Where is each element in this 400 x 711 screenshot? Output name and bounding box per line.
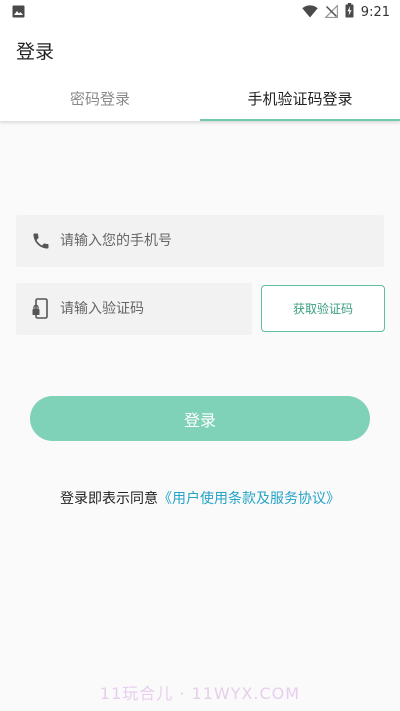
get-code-button[interactable]: 获取验证码 [261, 285, 385, 332]
tab-label: 密码登录 [69, 90, 130, 108]
tab-sms-code-login[interactable]: 手机验证码登录 [200, 76, 400, 121]
active-tab-indicator [200, 119, 400, 121]
phone-input[interactable] [60, 215, 384, 267]
tab-label: 手机验证码登录 [247, 90, 353, 108]
status-time: 9:21 [360, 4, 390, 20]
login-screen: 9:21 登录 密码登录 手机验证码登录 请输入您的手机号 请输入验证码 获取验… [0, 0, 400, 711]
status-bar: 9:21 [0, 0, 400, 24]
agreement-prefix: 登录即表示同意 [60, 491, 158, 507]
terms-link[interactable]: 《用户使用条款及服务协议》 [158, 491, 340, 507]
battery-charging-icon [345, 2, 354, 22]
login-tabs: 密码登录 手机验证码登录 [0, 76, 400, 121]
wifi-icon [302, 3, 318, 22]
code-field [16, 283, 252, 335]
login-button[interactable]: 登录 [30, 396, 370, 441]
app-header: 登录 [0, 24, 400, 76]
phone-lock-icon [16, 298, 60, 320]
no-signal-icon [323, 3, 338, 22]
phone-field [16, 215, 384, 267]
image-notification-icon [12, 3, 25, 22]
verification-code-input[interactable] [60, 283, 252, 335]
phone-icon [16, 231, 60, 251]
tab-password-login[interactable]: 密码登录 [0, 76, 200, 121]
page-title: 登录 [16, 40, 55, 63]
agreement-text: 登录即表示同意《用户使用条款及服务协议》 [0, 488, 400, 508]
watermark: 11玩合儿 · 11WYX.COM [99, 684, 301, 703]
